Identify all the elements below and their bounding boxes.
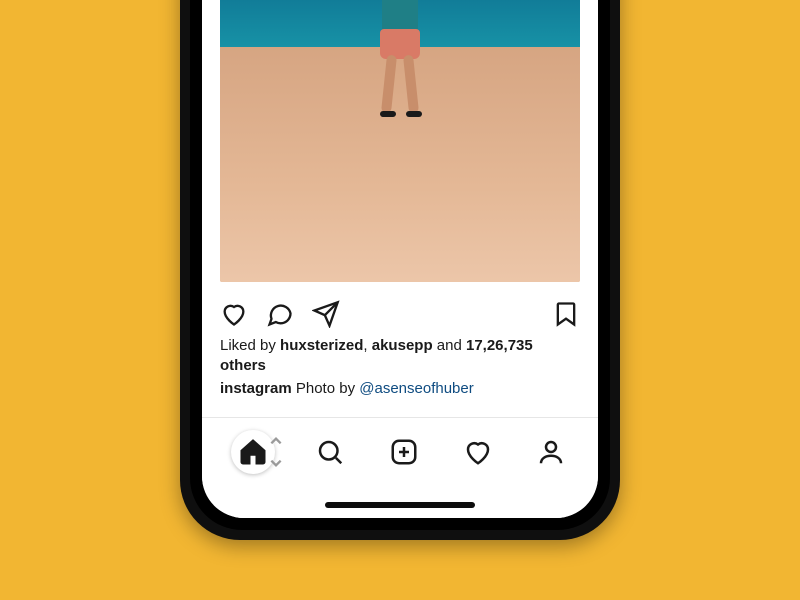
search-tab[interactable] [308, 430, 352, 474]
speech-bubble-icon [266, 300, 294, 328]
post-caption: instagram Photo by @asenseofhuber [220, 380, 580, 397]
create-tab[interactable] [382, 430, 426, 474]
activity-tab[interactable] [456, 430, 500, 474]
home-tab-wrap [227, 426, 279, 478]
phone-frame: Liked by huxsterized, akusepp and 17,26,… [180, 0, 620, 540]
home-icon [238, 437, 268, 467]
canvas-background: Liked by huxsterized, akusepp and 17,26,… [0, 0, 800, 600]
like-button[interactable] [220, 300, 248, 328]
likes-suffix: others [220, 357, 266, 374]
chevron-down-icon [269, 456, 283, 470]
profile-tab[interactable] [529, 430, 573, 474]
heart-icon [463, 437, 493, 467]
post-action-row [220, 294, 580, 334]
bottom-tab-bar [202, 417, 598, 518]
heart-icon [220, 300, 248, 328]
caption-mention[interactable]: @asenseofhuber [359, 380, 473, 397]
chevron-up-icon [269, 434, 283, 448]
iphone-home-indicator[interactable] [325, 502, 475, 508]
share-button[interactable] [312, 300, 340, 328]
comment-button[interactable] [266, 300, 294, 328]
bookmark-icon [552, 300, 580, 328]
save-button[interactable] [552, 300, 580, 328]
instagram-feed: Liked by huxsterized, akusepp and 17,26,… [202, 0, 598, 518]
person-icon [536, 437, 566, 467]
likes-summary[interactable]: Liked by huxsterized, akusepp and 17,26,… [220, 336, 580, 377]
likes-count[interactable]: 17,26,735 [466, 337, 533, 354]
liker-2[interactable]: akusepp [372, 337, 433, 354]
likes-prefix: Liked by [220, 337, 280, 354]
post-image-person [330, 0, 470, 135]
paper-plane-icon [312, 300, 340, 328]
likes-sep1: , [363, 337, 371, 354]
liker-1[interactable]: huxsterized [280, 337, 363, 354]
post-image[interactable] [220, 0, 580, 282]
caption-author[interactable]: instagram [220, 380, 292, 397]
caption-text: Photo by [292, 380, 360, 397]
search-icon [315, 437, 345, 467]
plus-square-icon [389, 437, 419, 467]
phone-screen: Liked by huxsterized, akusepp and 17,26,… [202, 0, 598, 518]
likes-sep2: and [433, 337, 466, 354]
